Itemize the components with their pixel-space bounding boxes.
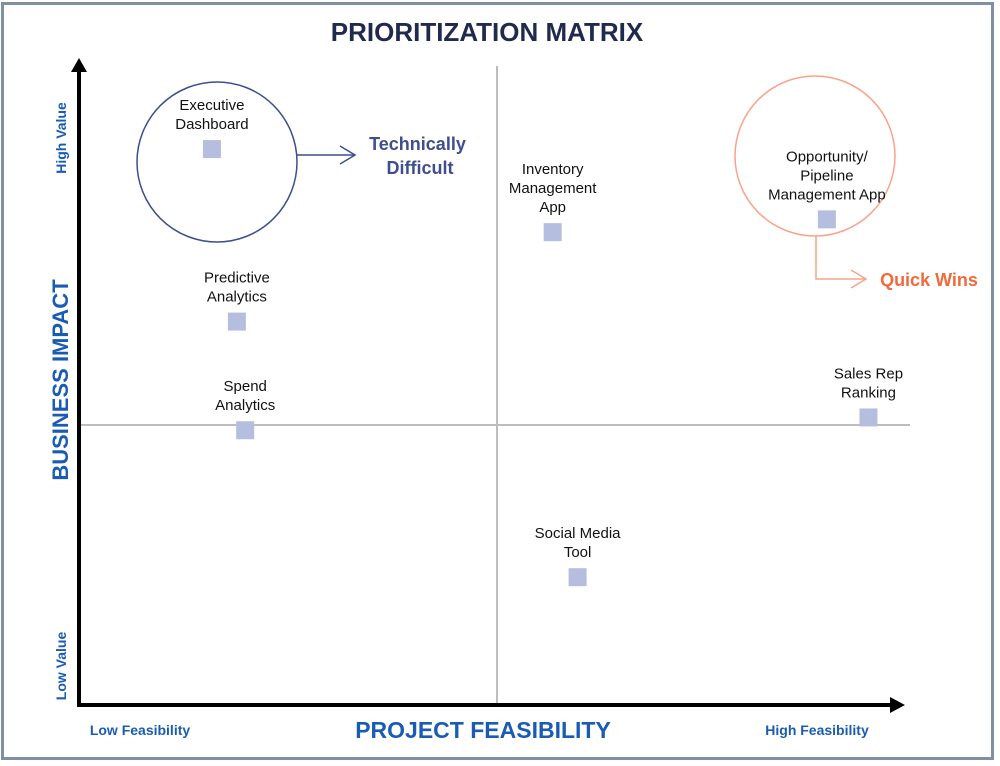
- point-label: Analytics: [215, 397, 275, 414]
- point-label: Management App: [768, 186, 886, 203]
- data-point: Inventory Management App: [509, 161, 597, 242]
- point-label: Social Media: [535, 525, 622, 542]
- data-points: ExecutiveDashboardPredictiveAnalyticsSpe…: [175, 97, 903, 587]
- prioritization-matrix: PRIORITIZATION MATRIX BUSINESS IMPACT Hi…: [48, 17, 978, 743]
- point-label: App: [539, 199, 566, 216]
- point-label: Predictive: [204, 270, 270, 287]
- data-point: Spend Analytics: [215, 378, 275, 440]
- data-point: Sales Rep Ranking: [834, 365, 903, 427]
- quick-wins-arrow-line: [815, 236, 866, 280]
- chart-title: PRIORITIZATION MATRIX: [331, 17, 644, 47]
- technically-difficult-line-2: Difficult: [387, 158, 454, 178]
- point-label: Dashboard: [175, 116, 248, 133]
- point-label: Executive: [179, 97, 244, 114]
- point-label: Tool: [564, 544, 592, 561]
- x-axis-arrow-icon: [890, 697, 905, 713]
- y-axis-arrow-icon: [71, 58, 87, 72]
- point-marker: [543, 223, 562, 242]
- point-label: Pipeline: [800, 167, 853, 184]
- x-high-label: High Feasibility: [765, 722, 869, 738]
- point-marker: [568, 568, 587, 587]
- y-high-label: High Value: [53, 102, 69, 174]
- y-axis-label: BUSINESS IMPACT: [48, 279, 73, 481]
- point-marker: [236, 421, 255, 440]
- point-marker: [227, 312, 246, 331]
- point-marker: [859, 408, 878, 427]
- data-point: Social Media Tool: [535, 525, 622, 587]
- point-label: Ranking: [841, 384, 896, 401]
- point-label: Opportunity/: [786, 148, 869, 165]
- point-marker: [202, 140, 221, 159]
- data-point: Executive Dashboard: [175, 97, 249, 159]
- point-label: Inventory: [522, 161, 584, 178]
- point-label: Analytics: [207, 289, 267, 306]
- quick-wins-label: Quick Wins: [880, 270, 978, 290]
- technically-difficult-label: Technically Difficult: [369, 134, 471, 178]
- point-marker: [817, 210, 836, 229]
- x-axis-label: PROJECT FEASIBILITY: [355, 717, 611, 743]
- point-label: Spend: [224, 378, 267, 395]
- x-low-label: Low Feasibility: [90, 722, 191, 738]
- technically-difficult-line-1: Technically: [369, 134, 466, 154]
- point-label: Sales Rep: [834, 365, 903, 382]
- data-point: Predictive Analytics: [204, 270, 270, 331]
- point-label: Management: [509, 180, 597, 197]
- y-low-label: Low Value: [53, 632, 69, 701]
